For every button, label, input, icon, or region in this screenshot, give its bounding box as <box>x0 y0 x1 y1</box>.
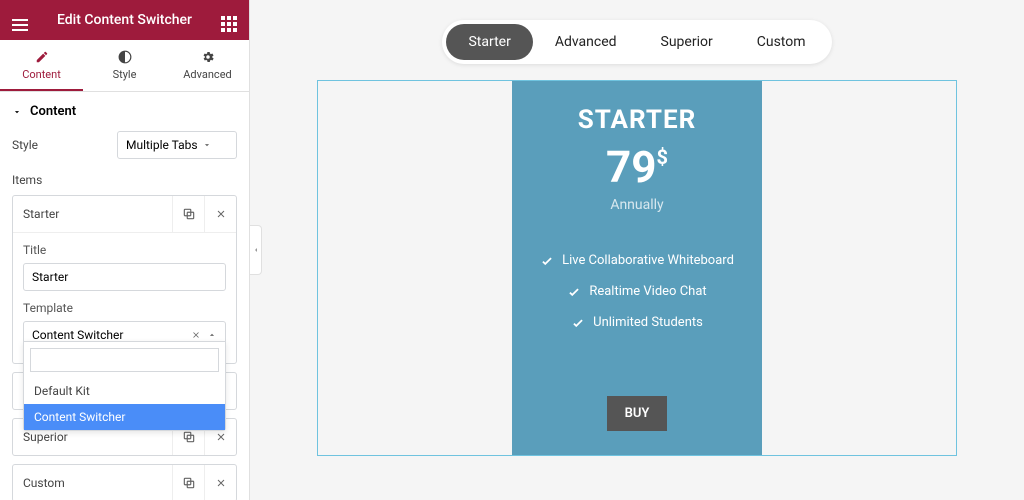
preview-canvas: Starter Advanced Superior Custom STARTER… <box>250 0 1024 500</box>
chevron-left-icon <box>252 246 260 254</box>
pencil-icon <box>35 50 49 64</box>
dropdown-option[interactable]: Default Kit <box>24 378 225 404</box>
card-price: 79$ <box>606 141 668 193</box>
item-toggle[interactable]: Starter <box>13 197 172 231</box>
caret-down-icon <box>12 107 22 117</box>
check-icon <box>571 316 585 330</box>
section-toggle-content[interactable]: Content <box>12 92 237 131</box>
tab-label: Advanced <box>183 68 231 81</box>
style-label: Style <box>12 138 38 152</box>
switcher-tab-starter[interactable]: Starter <box>446 24 532 60</box>
dropdown-search-input[interactable] <box>30 348 219 372</box>
switcher-tab-advanced[interactable]: Advanced <box>533 24 639 60</box>
close-icon[interactable] <box>204 465 236 500</box>
pricing-card: STARTER 79$ Annually Live Collaborative … <box>512 81 762 455</box>
editor-sidebar: Edit Content Switcher Content Style Adva… <box>0 0 250 500</box>
clear-icon[interactable] <box>191 330 201 340</box>
section-wrapper[interactable]: STARTER 79$ Annually Live Collaborative … <box>317 80 957 456</box>
menu-icon[interactable] <box>0 11 40 30</box>
sidebar-header: Edit Content Switcher <box>0 0 249 40</box>
buy-button[interactable]: BUY <box>607 396 668 431</box>
feature-item: Realtime Video Chat <box>528 284 746 299</box>
title-input[interactable] <box>23 263 226 291</box>
template-value: Content Switcher <box>32 328 123 342</box>
title-label: Title <box>23 243 226 257</box>
item-card-starter: Starter Title Template Content Switcher <box>12 195 237 364</box>
template-label: Template <box>23 301 226 315</box>
price-amount: 79 <box>606 141 657 193</box>
tab-label: Content <box>22 68 61 81</box>
feature-item: Unlimited Students <box>528 315 746 330</box>
tab-advanced[interactable]: Advanced <box>166 40 249 91</box>
duplicate-icon[interactable] <box>172 196 204 232</box>
template-dropdown: Default Kit Content Switcher <box>23 341 226 431</box>
check-icon <box>540 254 554 268</box>
item-card-custom: Custom <box>12 464 237 500</box>
check-icon <box>567 285 581 299</box>
card-title: STARTER <box>528 105 746 135</box>
items-label: Items <box>12 173 237 187</box>
style-select[interactable]: Multiple Tabs <box>117 131 237 159</box>
gear-icon <box>201 50 215 64</box>
switcher-tab-superior[interactable]: Superior <box>639 24 735 60</box>
duplicate-icon[interactable] <box>172 465 204 500</box>
style-value: Multiple Tabs <box>126 138 198 152</box>
chevron-up-icon <box>207 330 217 340</box>
feature-list: Live Collaborative Whiteboard Realtime V… <box>528 253 746 330</box>
close-icon[interactable] <box>204 196 236 232</box>
panel-tabs: Content Style Advanced <box>0 40 249 92</box>
item-head: Starter <box>13 196 236 232</box>
feature-text: Realtime Video Chat <box>589 284 706 299</box>
style-row: Style Multiple Tabs <box>12 131 237 159</box>
collapse-panel-button[interactable] <box>250 225 262 275</box>
price-currency: $ <box>657 145 668 169</box>
tab-label: Style <box>113 68 137 81</box>
contrast-icon <box>118 50 132 64</box>
item-body: Title Template Content Switcher Default … <box>13 232 236 363</box>
tab-style[interactable]: Style <box>83 40 166 91</box>
switcher-tab-custom[interactable]: Custom <box>735 24 828 60</box>
feature-text: Live Collaborative Whiteboard <box>562 253 734 268</box>
chevron-down-icon <box>202 140 212 150</box>
panel-body: Content Style Multiple Tabs Items Starte… <box>0 92 249 500</box>
dropdown-option[interactable]: Content Switcher <box>24 404 225 430</box>
card-period: Annually <box>528 197 746 213</box>
item-toggle[interactable]: Custom <box>13 466 172 500</box>
content-switcher: Starter Advanced Superior Custom <box>442 20 831 64</box>
tab-content[interactable]: Content <box>0 40 83 91</box>
dropdown-search <box>30 348 219 372</box>
section-title: Content <box>30 104 76 119</box>
feature-item: Live Collaborative Whiteboard <box>528 253 746 268</box>
apps-icon[interactable] <box>209 8 249 32</box>
sidebar-title: Edit Content Switcher <box>40 12 209 28</box>
feature-text: Unlimited Students <box>593 315 703 330</box>
